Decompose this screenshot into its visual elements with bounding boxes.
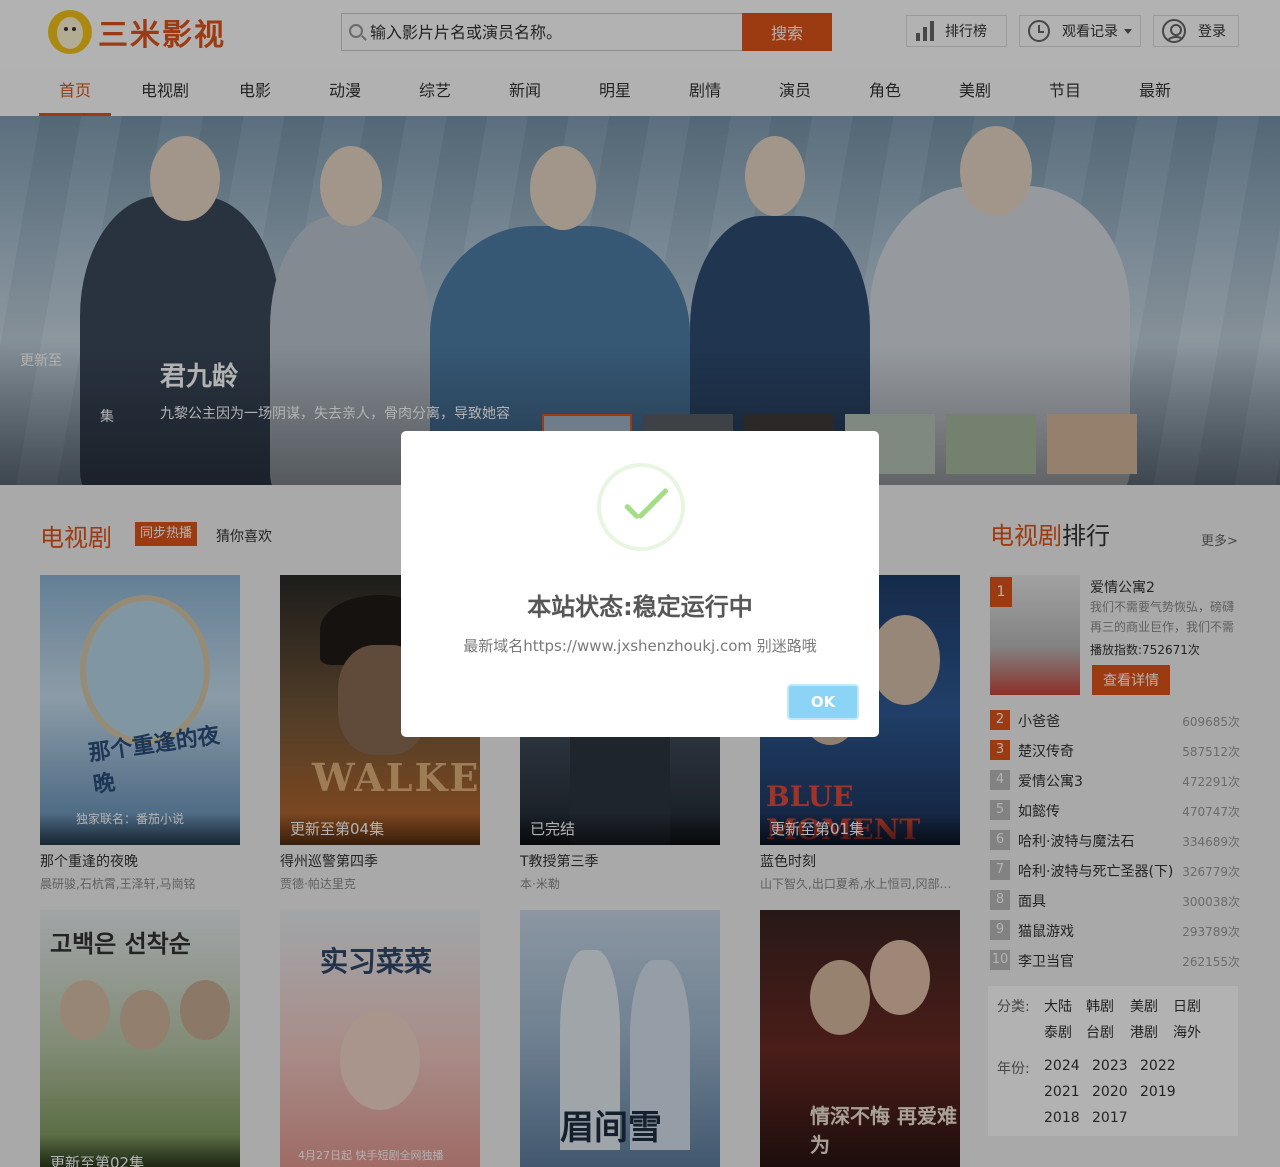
checkmark-icon xyxy=(597,463,685,551)
ok-button[interactable]: OK xyxy=(787,684,859,720)
status-dialog: 本站状态:稳定运行中 最新域名https://www.jxshenzhoukj.… xyxy=(401,431,879,737)
dialog-message: 最新域名https://www.jxshenzhoukj.com 别迷路哦 xyxy=(463,637,817,655)
dialog-title: 本站状态:稳定运行中 xyxy=(527,593,753,621)
